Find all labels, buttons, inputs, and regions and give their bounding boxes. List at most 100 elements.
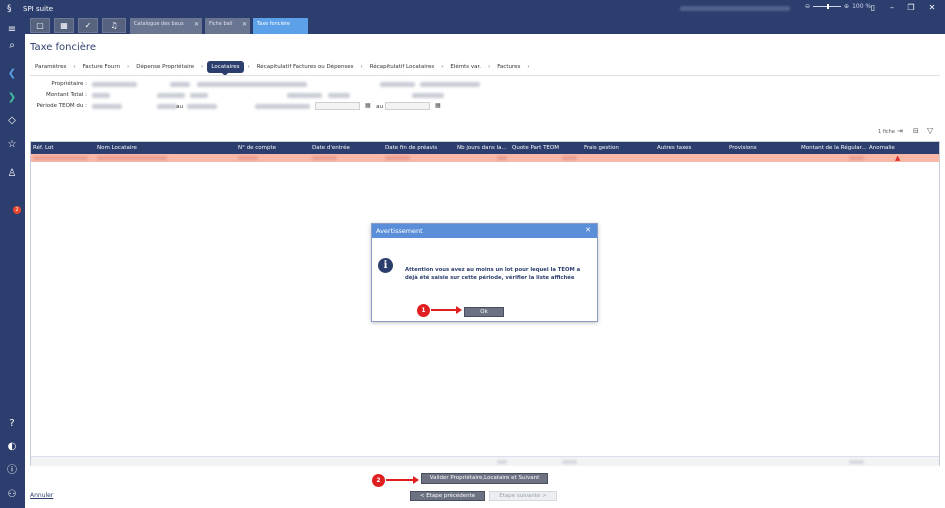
notifications-icon[interactable]: ♙ [5,167,19,181]
user-icon[interactable]: ⚇ [5,488,19,502]
proprietaire-value [92,82,137,87]
calendar-tab-icon[interactable]: ▦ [54,18,74,33]
app-title: SPI suite [23,4,54,13]
tab-label: Catalogue des baux [134,21,184,27]
home-tab-icon[interactable]: ▢ [30,18,50,33]
notification-badge: 2 [13,206,21,214]
chevron-right-icon[interactable]: ❯ [5,91,19,105]
step-elements-var[interactable]: Elémts var. [447,61,484,73]
dialog-message: Attention vous avez au moins un lot pour… [405,267,581,281]
zoom-control[interactable]: ⊖ ⊕ 100 % [805,3,871,10]
cell-quote-part [562,156,577,160]
col-nom-locataire[interactable]: Nom Locataire [97,145,137,151]
info-icon[interactable]: ⓘ [5,464,19,478]
previous-step-button[interactable]: < Etape précédente [410,491,485,501]
au-label-2: au [376,104,383,110]
zoom-out-icon[interactable]: ⊖ [805,3,810,10]
col-numero-compte[interactable]: N° de compte [238,145,276,151]
calendar-icon[interactable]: ▦ [435,102,443,110]
title-bar: § SPI suite ⊖ ⊕ 100 % ▯ – ❐ ✕ [0,0,945,17]
zoom-in-icon[interactable]: ⊕ [844,3,849,10]
app-logo-icon: § [7,3,12,14]
grid-header: Réf. Lot Nom Locataire N° de compte Date… [31,142,939,154]
grid-footer [31,456,939,466]
annuler-link[interactable]: Annuler [30,492,53,499]
star-icon[interactable]: ☆ [5,138,19,152]
cell-nb-jours [497,156,507,160]
minimize-button[interactable]: – [887,3,897,13]
step-locataires[interactable]: Locataires [207,61,244,76]
bell-tab-icon[interactable]: ♫ [102,18,126,33]
close-window-button[interactable]: ✕ [927,3,937,13]
footer-total [849,460,864,464]
step-recap-locataires[interactable]: Récapitulatif Locataires [367,61,437,73]
dialog-header: Avertissement ✕ [372,224,597,238]
tab-label: Taxe foncière [257,21,290,27]
table-row[interactable]: ▲ [31,154,939,162]
export-icon[interactable]: ⇥ [897,127,903,135]
annotation-arrow-2 [386,476,419,484]
zoom-slider[interactable] [813,4,842,9]
annotation-marker-2: 2 [372,474,385,487]
menu-icon[interactable]: ≡ [5,23,19,37]
col-date-entree[interactable]: Date d'entrée [312,145,350,151]
record-count: 1 fiche [878,129,895,135]
blurred-label [170,82,190,87]
step-depense-proprietaire[interactable]: Dépense Propriétaire [133,61,197,73]
tab-taxe-fonciere[interactable]: Taxe foncière [253,18,308,34]
close-tab-icon[interactable]: ✕ [242,21,247,28]
tab-fiche-bail[interactable]: Fiche bail ✕ [205,18,250,34]
blurred-value [420,82,480,87]
info-icon: i [378,258,393,273]
breadcrumb: Paramètres › Facture Fourn › Dépense Propr… [32,61,534,76]
check-tab-icon[interactable]: ✓ [78,18,98,33]
col-date-fin-preavis[interactable]: Date fin de préavis [385,145,437,151]
col-autres-taxes[interactable]: Autres taxes [657,145,691,151]
col-quote-part-teom[interactable]: Quote Part TEOM [512,145,559,151]
document-icon[interactable]: ▯ [868,3,878,13]
ok-button[interactable]: Ok [464,307,504,317]
date-input-end[interactable] [385,102,430,110]
blurred-label [157,104,177,109]
cell-ref-lot [33,156,88,160]
maximize-button[interactable]: ❐ [906,3,916,13]
cell-nom-locataire [97,156,167,160]
tab-catalogue-des-baux[interactable]: Catalogue des baux ✕ [130,18,202,34]
step-parametres[interactable]: Paramètres [32,61,69,73]
headset-icon[interactable]: ◐ [5,440,19,454]
date-input-start[interactable] [315,102,360,110]
step-factures[interactable]: Factures [494,61,523,73]
tab-label: Fiche bail [209,21,233,27]
columns-icon[interactable]: ⊟ [913,127,919,135]
montant-value [92,93,110,98]
step-facture-fourn[interactable]: Facture Fourn [80,61,123,73]
code-icon[interactable]: ◇ [5,114,19,128]
blurred-label [380,82,415,87]
col-frais-gestion[interactable]: Frais gestion [584,145,619,151]
col-anomalie[interactable]: Anomalie [869,145,895,151]
periode-start [92,104,122,109]
filter-icon[interactable]: ▽ [927,126,933,135]
periode-end [187,104,217,109]
close-icon[interactable]: ✕ [585,226,591,234]
cell-date-fin [385,156,410,160]
sidebar: ≡ ⌕ ❮ ❯ ◇ ☆ ♙ 2 ? ◐ ⓘ ⚇ [0,17,25,508]
next-step-button[interactable]: Etape suivante > [489,491,557,501]
calendar-icon[interactable]: ▦ [365,102,373,110]
step-recap-factures[interactable]: Récapitulatif Factures ou Dépenses [254,61,357,73]
cell-numero-compte [238,156,258,160]
proprietaire-label: Propriétaire : [51,81,87,87]
chevron-left-icon[interactable]: ❮ [5,67,19,81]
search-icon[interactable]: ⌕ [5,39,19,53]
page-title: Taxe foncière [30,42,96,53]
blurred-value [197,82,307,87]
valider-button[interactable]: Valider Propriétaire,Locataire et Suivan… [421,473,548,484]
col-nb-jours[interactable]: Nb jours dans la... [457,145,507,151]
cell-date-entree [312,156,337,160]
warning-icon: ▲ [895,154,901,162]
help-icon[interactable]: ? [5,417,19,431]
close-tab-icon[interactable]: ✕ [194,21,199,28]
col-ref-lot[interactable]: Réf. Lot [33,145,53,151]
col-provisions[interactable]: Provisions [729,145,757,151]
col-montant-regularisation[interactable]: Montant de la Régular... [801,145,867,151]
